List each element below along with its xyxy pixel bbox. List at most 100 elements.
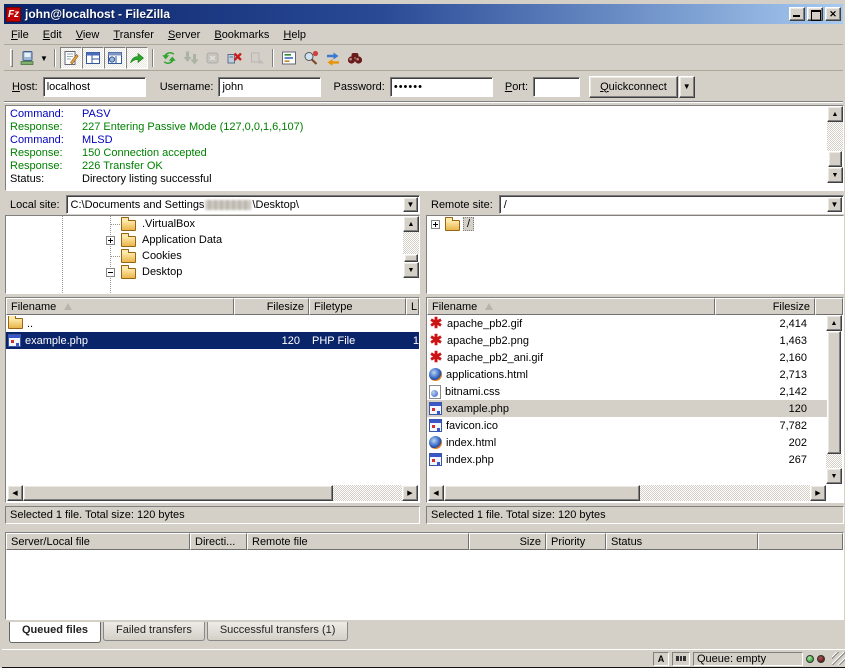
column-header-filesize[interactable]: Filesize (234, 298, 309, 315)
expander-plus-icon[interactable] (106, 236, 115, 245)
file-row[interactable]: index.html202 (427, 434, 827, 451)
local-site-combobox[interactable]: C:\Documents and Settings\Desktop\ ▼ (66, 195, 420, 214)
file-row[interactable]: bitnami.css2,142 (427, 383, 827, 400)
scroll-up-icon[interactable]: ▲ (826, 315, 842, 331)
site-manager-dropdown-arrow[interactable]: ▼ (38, 47, 50, 69)
toggle-transfer-queue-button[interactable] (126, 47, 148, 69)
toggle-local-tree-button[interactable] (82, 47, 104, 69)
message-log[interactable]: Command:PASV Response:227 Entering Passi… (5, 105, 844, 191)
close-button[interactable] (825, 7, 841, 21)
local-file-list[interactable]: Filename Filesize Filetype L .. example.… (5, 297, 420, 503)
tree-item-application-data[interactable]: Application Data (6, 232, 419, 248)
username-input[interactable] (218, 77, 321, 97)
synchronized-browsing-button[interactable] (322, 47, 344, 69)
port-input[interactable] (533, 77, 580, 97)
menu-help[interactable]: Help (276, 27, 313, 43)
file-row-parent-dir[interactable]: .. (6, 315, 419, 332)
host-input[interactable] (43, 77, 146, 97)
directory-compare-button[interactable] (300, 47, 322, 69)
find-files-button[interactable] (344, 47, 366, 69)
scrollbar-thumb[interactable] (444, 485, 640, 501)
log-scrollbar[interactable]: ▲ ▼ (827, 106, 843, 190)
transfer-queue[interactable]: Server/Local file Directi... Remote file… (5, 532, 844, 620)
file-row[interactable]: favicon.ico7,782 (427, 417, 827, 434)
tab-successful-transfers[interactable]: Successful transfers (1) (207, 622, 349, 641)
cancel-operation-button[interactable] (202, 47, 224, 69)
file-row-example-php[interactable]: example.php120 (427, 400, 827, 417)
site-manager-button[interactable] (16, 47, 38, 69)
menu-transfer[interactable]: Transfer (106, 27, 161, 43)
disconnect-button[interactable] (224, 47, 246, 69)
process-queue-button[interactable] (180, 47, 202, 69)
menu-server[interactable]: Server (161, 27, 207, 43)
refresh-button[interactable] (158, 47, 180, 69)
toggle-remote-tree-button[interactable] (104, 47, 126, 69)
file-row-example-php[interactable]: example.php 120 PHP File 1 (6, 332, 419, 349)
column-header-status[interactable]: Status (606, 533, 758, 550)
minimize-button[interactable] (789, 7, 805, 21)
column-header-size[interactable]: Size (469, 533, 546, 550)
toggle-message-log-button[interactable] (60, 47, 82, 69)
remote-horizontal-scrollbar[interactable]: ◀ ▶ (428, 485, 826, 501)
tab-failed-transfers[interactable]: Failed transfers (103, 622, 205, 641)
scroll-up-icon[interactable]: ▲ (403, 216, 419, 232)
column-header-priority[interactable]: Priority (546, 533, 606, 550)
scrollbar-thumb[interactable] (23, 485, 333, 501)
resize-grip[interactable] (832, 652, 845, 665)
file-row[interactable]: apache_pb2_ani.gif2,160 (427, 349, 827, 366)
transfer-type-icon[interactable]: A (653, 652, 669, 666)
menu-bookmarks[interactable]: Bookmarks (207, 27, 276, 43)
tree-item-cookies[interactable]: Cookies (6, 248, 419, 264)
scroll-left-icon[interactable]: ◀ (7, 485, 23, 501)
quickconnect-button[interactable]: Quickconnect (589, 76, 678, 98)
column-header-filesize[interactable]: Filesize (715, 298, 815, 315)
remote-site-combobox[interactable]: / ▼ (499, 195, 844, 214)
column-header-direction[interactable]: Directi... (190, 533, 247, 550)
column-header-remote-file[interactable]: Remote file (247, 533, 469, 550)
menu-edit[interactable]: Edit (36, 27, 69, 43)
filter-button[interactable] (278, 47, 300, 69)
scrollbar-thumb[interactable] (828, 151, 842, 167)
scroll-right-icon[interactable]: ▶ (810, 485, 826, 501)
scrollbar-thumb[interactable] (827, 331, 841, 454)
scroll-right-icon[interactable]: ▶ (402, 485, 418, 501)
column-header-filename[interactable]: Filename (427, 298, 715, 315)
combo-dropdown-arrow[interactable]: ▼ (403, 197, 418, 212)
title-bar[interactable]: Fz john@localhost - FileZilla (4, 4, 843, 24)
scroll-left-icon[interactable]: ◀ (428, 485, 444, 501)
combo-dropdown-arrow[interactable]: ▼ (827, 197, 842, 212)
expander-plus-icon[interactable] (431, 220, 440, 229)
toolbar-grip[interactable] (10, 49, 13, 67)
scrollbar-thumb[interactable] (404, 254, 418, 262)
menu-view[interactable]: View (69, 27, 107, 43)
local-tree[interactable]: .VirtualBox Application Data Cookies Des… (5, 215, 420, 294)
scroll-down-icon[interactable]: ▼ (403, 262, 419, 278)
tree-item-virtualbox[interactable]: .VirtualBox (6, 216, 419, 232)
scroll-down-icon[interactable]: ▼ (826, 468, 842, 484)
column-header-filetype[interactable]: Filetype (309, 298, 406, 315)
tree-item-desktop[interactable]: Desktop (6, 264, 419, 280)
menu-file[interactable]: File (4, 27, 36, 43)
column-header-lastmodified[interactable]: L (406, 298, 419, 315)
remote-file-list[interactable]: Filename Filesize apache_pb2.gif2,414 ap… (426, 297, 844, 503)
file-row[interactable]: apache_pb2.png1,463 (427, 332, 827, 349)
password-input[interactable] (390, 77, 493, 97)
file-row[interactable]: index.php267 (427, 451, 827, 468)
speed-limit-icon[interactable] (672, 652, 690, 666)
remote-vertical-scrollbar[interactable]: ▲ ▼ (826, 315, 842, 484)
local-horizontal-scrollbar[interactable]: ◀ ▶ (7, 485, 418, 501)
file-row[interactable]: apache_pb2.gif2,414 (427, 315, 827, 332)
scroll-up-icon[interactable]: ▲ (827, 106, 843, 122)
quickconnect-dropdown-arrow[interactable]: ▼ (679, 76, 695, 98)
tree-item-root[interactable]: / (427, 216, 843, 232)
file-row[interactable]: applications.html2,713 (427, 366, 827, 383)
scroll-down-icon[interactable]: ▼ (827, 167, 843, 183)
column-header-filename[interactable]: Filename (6, 298, 234, 315)
reconnect-button[interactable] (246, 47, 268, 69)
expander-minus-icon[interactable] (106, 268, 115, 277)
maximize-button[interactable] (807, 7, 823, 21)
column-header-server-local-file[interactable]: Server/Local file (6, 533, 190, 550)
remote-tree[interactable]: / (426, 215, 844, 294)
local-tree-scrollbar[interactable]: ▲ ▼ (403, 216, 419, 293)
tab-queued-files[interactable]: Queued files (9, 622, 101, 643)
